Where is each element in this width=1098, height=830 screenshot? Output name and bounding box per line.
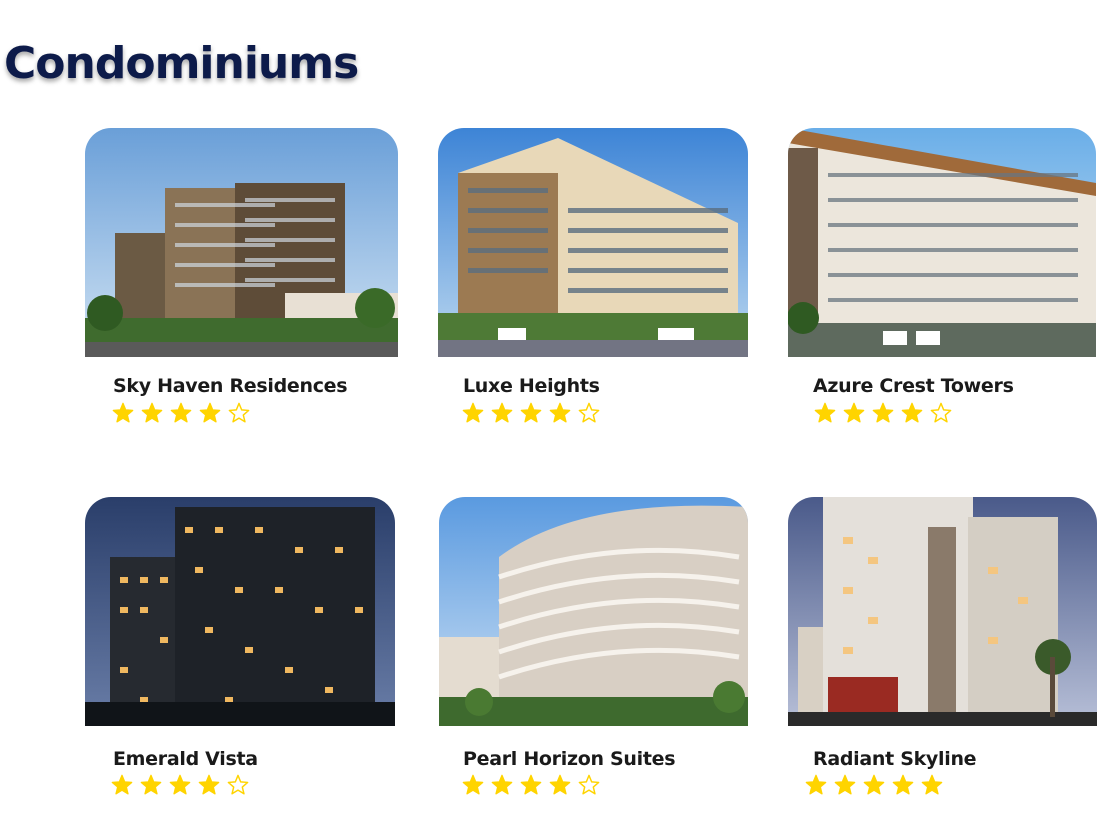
listing-card[interactable]: Luxe Heights: [438, 128, 748, 423]
star-filled-icon: [520, 402, 542, 423]
star-filled-icon: [111, 774, 133, 795]
star-filled-icon: [141, 402, 163, 423]
star-rating: [805, 774, 943, 796]
star-outline-icon: [578, 774, 600, 795]
star-filled-icon: [462, 402, 484, 423]
listing-photo[interactable]: [85, 497, 395, 726]
listing-photo[interactable]: [85, 128, 398, 357]
condominiums-page: Condominiums Sky Haven Residences Luxe H…: [0, 0, 1098, 830]
listing-name[interactable]: Sky Haven Residences: [113, 375, 348, 397]
page-title: Condominiums: [4, 38, 359, 89]
listing-name[interactable]: Luxe Heights: [463, 375, 600, 397]
star-rating: [112, 402, 250, 424]
star-filled-icon: [901, 402, 923, 423]
star-filled-icon: [843, 402, 865, 423]
star-filled-icon: [199, 402, 221, 423]
listing-name[interactable]: Azure Crest Towers: [813, 375, 1014, 397]
star-filled-icon: [863, 774, 885, 795]
listing-name[interactable]: Pearl Horizon Suites: [463, 748, 676, 770]
star-filled-icon: [491, 402, 513, 423]
star-filled-icon: [520, 774, 542, 795]
star-filled-icon: [549, 774, 571, 795]
star-filled-icon: [491, 774, 513, 795]
star-filled-icon: [921, 774, 943, 795]
star-filled-icon: [549, 402, 571, 423]
star-rating: [462, 402, 600, 424]
star-filled-icon: [140, 774, 162, 795]
star-filled-icon: [112, 402, 134, 423]
star-rating: [111, 774, 249, 796]
listing-card[interactable]: Radiant Skyline: [788, 497, 1097, 795]
star-outline-icon: [227, 774, 249, 795]
star-filled-icon: [892, 774, 914, 795]
listing-card[interactable]: Sky Haven Residences: [85, 128, 398, 423]
star-filled-icon: [805, 774, 827, 795]
listing-photo[interactable]: [788, 128, 1096, 357]
star-filled-icon: [872, 402, 894, 423]
star-filled-icon: [814, 402, 836, 423]
star-filled-icon: [169, 774, 191, 795]
listing-card[interactable]: Azure Crest Towers: [788, 128, 1096, 423]
star-outline-icon: [930, 402, 952, 423]
star-outline-icon: [578, 402, 600, 423]
star-filled-icon: [462, 774, 484, 795]
listing-card[interactable]: Pearl Horizon Suites: [439, 497, 748, 795]
star-filled-icon: [834, 774, 856, 795]
listing-photo[interactable]: [439, 497, 748, 726]
star-filled-icon: [170, 402, 192, 423]
star-rating: [814, 402, 952, 424]
star-rating: [462, 774, 600, 796]
listing-name[interactable]: Radiant Skyline: [813, 748, 977, 770]
listing-card[interactable]: Emerald Vista: [85, 497, 395, 795]
listing-photo[interactable]: [438, 128, 748, 357]
star-filled-icon: [198, 774, 220, 795]
listing-name[interactable]: Emerald Vista: [113, 748, 258, 770]
listing-photo[interactable]: [788, 497, 1097, 726]
star-outline-icon: [228, 402, 250, 423]
